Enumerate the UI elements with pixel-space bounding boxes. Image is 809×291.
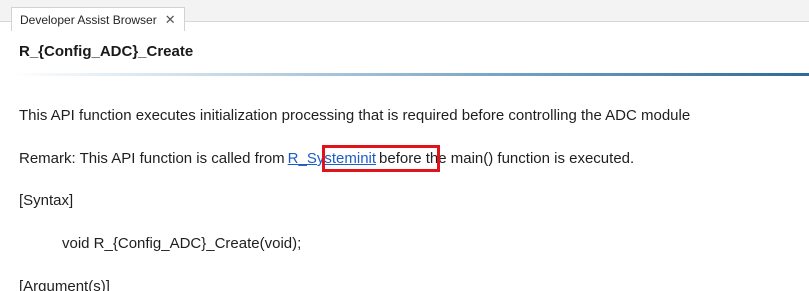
close-icon[interactable]: ✕ [165,13,176,26]
remark-prefix: Remark: This API function is called from [19,150,285,167]
tab-label: Developer Assist Browser [20,12,157,27]
syntax-heading: [Syntax] [19,192,74,209]
developer-assist-window: Developer Assist Browser ✕ R_{Config_ADC… [0,0,809,291]
remark-paragraph: Remark: This API function is called from… [19,150,634,167]
page-title: R_{Config_ADC}_Create [19,43,194,60]
tab-developer-assist-browser[interactable]: Developer Assist Browser ✕ [11,7,185,31]
remark-suffix: before the main() function is executed. [379,150,635,167]
tab-strip: Developer Assist Browser ✕ [0,0,809,31]
description-text: This API function executes initializatio… [19,107,691,124]
syntax-code: void R_{Config_ADC}_Create(void); [62,235,302,252]
r-systeminit-link[interactable]: R_Systeminit [285,150,379,167]
arguments-heading: [Argument(s)] [19,278,110,291]
title-divider [12,73,809,76]
document-content: R_{Config_ADC}_Create This API function … [0,32,809,291]
